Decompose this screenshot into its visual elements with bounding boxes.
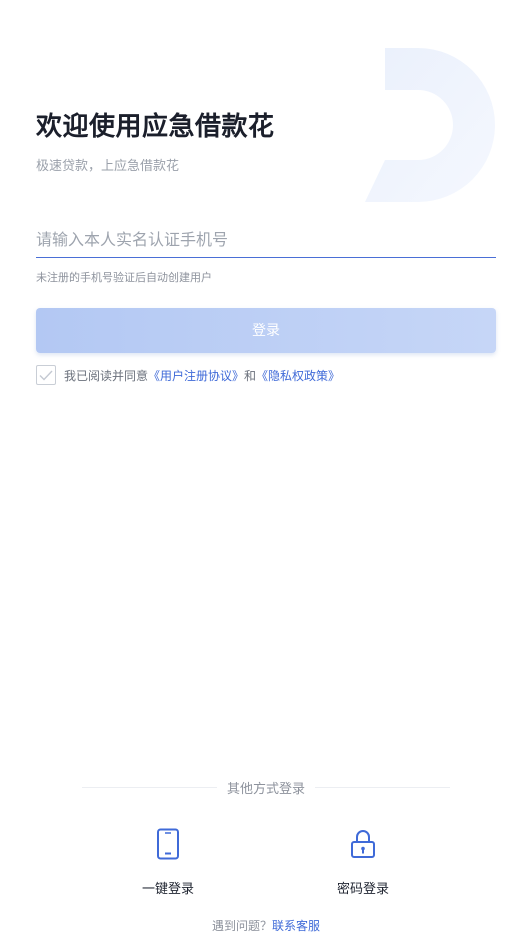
help-question: 遇到问题？ xyxy=(211,919,272,933)
divider-line-left xyxy=(82,786,217,788)
password-login-button[interactable]: 密码登录 xyxy=(313,826,413,897)
password-login-label: 密码登录 xyxy=(336,882,389,897)
agreement-joiner: 和 xyxy=(244,368,257,383)
one-click-login-button[interactable]: 一键登录 xyxy=(118,826,218,897)
help-row: 遇到问题？联系客服 xyxy=(0,917,532,934)
agreement-row: 我已阅读并同意 《用户注册协议》 和 《隐私权政策》 xyxy=(36,364,340,386)
page-subtitle: 极速贷款，上应急借款花 xyxy=(36,159,180,174)
login-button[interactable]: 登录 xyxy=(36,308,496,353)
other-login-divider: 其他方式登录 xyxy=(82,777,451,797)
check-icon xyxy=(39,370,53,381)
divider-line-right xyxy=(315,786,451,788)
phone-number-input[interactable] xyxy=(36,222,496,258)
privacy-policy-link[interactable]: 《隐私权政策》 xyxy=(256,367,340,384)
user-agreement-link[interactable]: 《用户注册协议》 xyxy=(148,367,244,384)
one-click-login-label: 一键登录 xyxy=(141,882,194,897)
phone-icon xyxy=(156,826,180,862)
other-login-label: 其他方式登录 xyxy=(227,781,306,797)
register-hint: 未注册的手机号验证后自动创建用户 xyxy=(36,271,212,284)
contact-support-link[interactable]: 联系客服 xyxy=(272,919,320,933)
decorative-logo-watermark xyxy=(365,48,495,202)
agreement-prefix: 我已阅读并同意 xyxy=(64,368,149,383)
lock-icon xyxy=(350,826,376,862)
page-title: 欢迎使用应急借款花 xyxy=(36,112,275,142)
agreement-checkbox[interactable] xyxy=(36,365,56,385)
